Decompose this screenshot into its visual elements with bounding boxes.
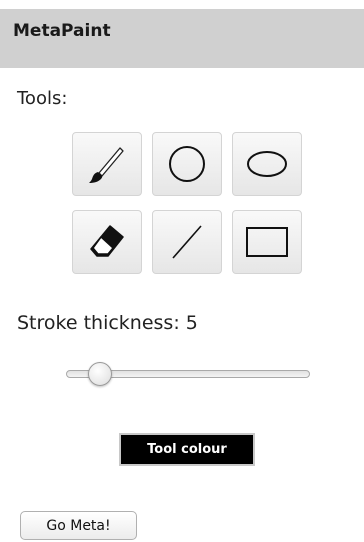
rectangle-tool-button[interactable]: [232, 210, 302, 274]
brush-tool-button[interactable]: [72, 132, 142, 196]
stroke-thickness-slider[interactable]: [66, 362, 310, 386]
stroke-thickness-value: 5: [185, 312, 198, 334]
eraser-tool-button[interactable]: [72, 210, 142, 274]
tool-palette: [72, 132, 306, 274]
stroke-thickness-row: Stroke thickness: 5: [17, 312, 198, 334]
app-header: MetaPaint: [0, 9, 364, 68]
brush-icon: [85, 142, 129, 186]
tool-colour-button[interactable]: Tool colour: [119, 433, 255, 466]
circle-icon: [165, 142, 209, 186]
circle-tool-button[interactable]: [152, 132, 222, 196]
line-tool-button[interactable]: [152, 210, 222, 274]
slider-thumb[interactable]: [88, 362, 112, 386]
tools-label: Tools:: [17, 88, 68, 109]
ellipse-icon: [243, 142, 291, 186]
app-title: MetaPaint: [13, 20, 111, 41]
line-icon: [165, 220, 209, 264]
eraser-icon: [85, 220, 129, 264]
rectangle-icon: [243, 220, 291, 264]
stroke-thickness-label: Stroke thickness:: [17, 312, 180, 334]
ellipse-tool-button[interactable]: [232, 132, 302, 196]
go-meta-button[interactable]: Go Meta!: [20, 511, 137, 540]
